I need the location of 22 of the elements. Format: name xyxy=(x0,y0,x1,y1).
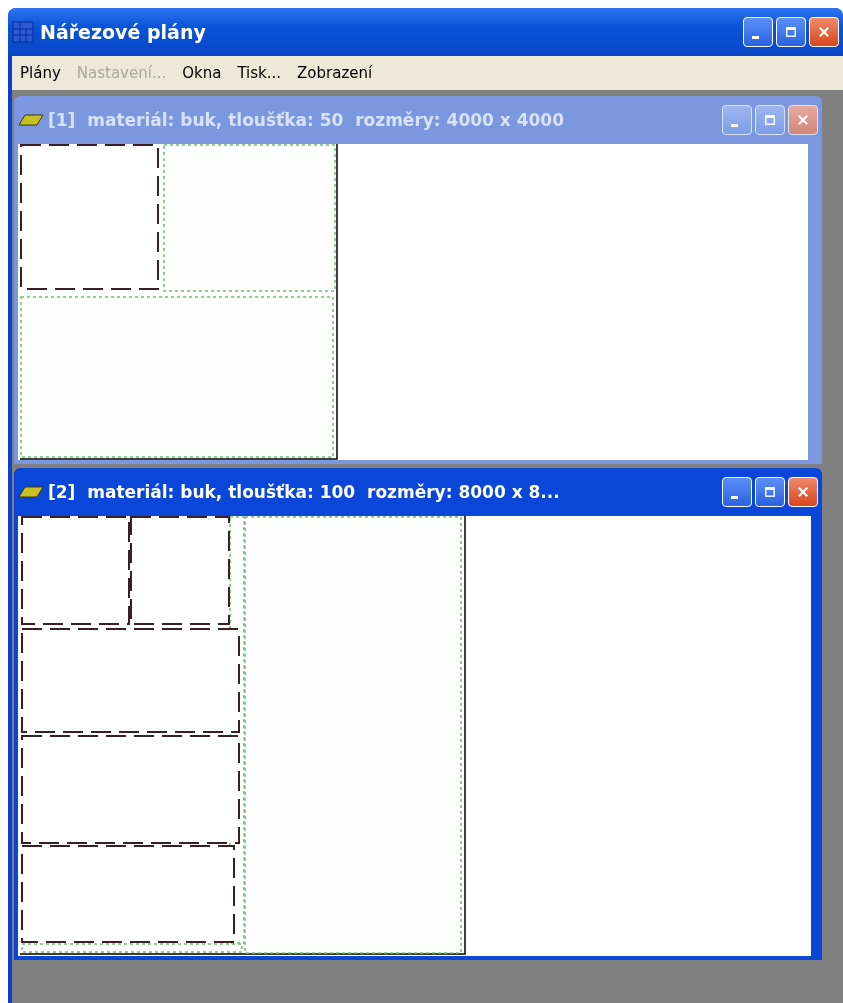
minimize-icon xyxy=(730,495,738,499)
minimize-icon xyxy=(730,123,738,127)
close-button[interactable] xyxy=(788,105,818,135)
maximize-button[interactable] xyxy=(755,105,785,135)
maximize-icon xyxy=(784,25,798,39)
minimize-button[interactable] xyxy=(722,105,752,135)
child-window-title: [1] materiál: buk, tloušťka: 50 rozměry: 4000 x 4000 xyxy=(48,110,565,130)
menu-item[interactable]: Zobrazení xyxy=(291,62,379,84)
child-window-title: [2] materiál: buk, tloušťka: 100 rozměry: 8000 x 8... xyxy=(48,482,561,502)
board-icon xyxy=(18,485,44,499)
close-icon xyxy=(796,113,810,127)
menu-item[interactable]: Tisk... xyxy=(231,62,288,84)
minimize-icon xyxy=(751,35,759,39)
close-icon xyxy=(796,485,810,499)
menu-item[interactable]: Okna xyxy=(176,62,228,84)
app-grid-icon xyxy=(12,21,34,43)
menu-item[interactable]: Plány xyxy=(14,62,67,84)
board-icon xyxy=(18,113,44,127)
maximize-icon xyxy=(763,485,777,499)
maximize-icon xyxy=(763,113,777,127)
close-icon xyxy=(817,25,831,39)
window-title: Nářezové plány xyxy=(40,21,207,43)
